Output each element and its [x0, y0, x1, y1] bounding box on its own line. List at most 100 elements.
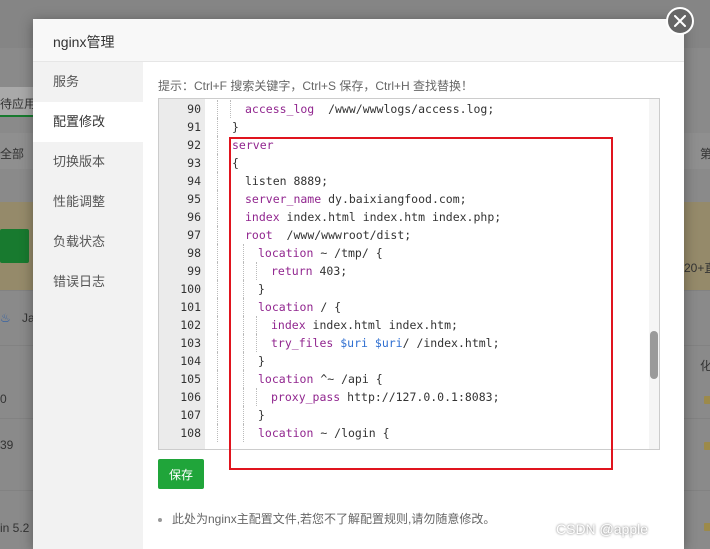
code-line: 108 location ~ /login { [159, 424, 649, 442]
line-number: 105 [180, 372, 201, 386]
menu-item-config[interactable]: 配置修改 [33, 102, 143, 142]
code-line: 100} [159, 280, 649, 298]
menu-item-performance[interactable]: 性能调整 [33, 182, 143, 222]
code-keyword: try_files [271, 336, 334, 350]
config-note: 此处为nginx主配置文件,若您不了解配置规则,请勿随意修改。 [158, 510, 495, 527]
indent-guide [256, 262, 257, 280]
line-number: 104 [180, 354, 201, 368]
shortcut-hint: 提示：Ctrl+F 搜索关键字，Ctrl+S 保存，Ctrl+H 查找替换！ [158, 79, 474, 93]
indent-guide [256, 334, 257, 352]
line-number: 91 [187, 120, 201, 134]
code-text: } [232, 118, 239, 136]
config-panel: 提示：Ctrl+F 搜索关键字，Ctrl+S 保存，Ctrl+H 查找替换！ 9… [143, 62, 684, 549]
line-number: 107 [180, 408, 201, 422]
code-token: } [258, 354, 265, 368]
indent-guide [256, 316, 257, 334]
code-token: / /index.html; [402, 336, 500, 350]
code-variable: $uri [340, 336, 368, 350]
indent-guide [217, 100, 218, 118]
code-variable: $uri [374, 336, 403, 350]
indent-guide [243, 406, 244, 424]
code-text: access_log /www/wwwlogs/access.log; [245, 100, 494, 118]
code-text: } [258, 280, 265, 298]
indent-guide [217, 172, 218, 190]
code-editor[interactable]: 90 access_log /www/wwwlogs/access.log; 91}… [158, 98, 660, 450]
indent-guide [217, 190, 218, 208]
code-keyword: proxy_pass [271, 390, 341, 404]
indent-guide [217, 388, 218, 406]
line-number: 103 [180, 336, 201, 350]
code-line: 94 listen 8889; [159, 172, 649, 190]
code-keyword: server [232, 138, 274, 152]
indent-guide [230, 316, 231, 334]
menu-item-load-status[interactable]: 负载状态 [33, 222, 143, 262]
nginx-manage-dialog: nginx管理 服务 配置修改 切换版本 性能调整 负载状态 错误日志 提示：C… [33, 19, 684, 549]
code-token: ~ /login { [313, 426, 390, 440]
editor-scrollbar[interactable] [649, 99, 659, 449]
dialog-title: nginx管理 [53, 34, 115, 50]
indent-guide [256, 388, 257, 406]
menu-item-label: 负载状态 [53, 234, 106, 249]
indent-guide [217, 424, 218, 442]
indent-guide [217, 226, 218, 244]
editor-scrollbar-thumb[interactable] [650, 331, 658, 379]
code-text: root /www/wwwroot/dist; [245, 226, 411, 244]
code-line: 98 location ~ /tmp/ { [159, 244, 649, 262]
indent-guide [217, 154, 218, 172]
indent-guide [230, 298, 231, 316]
code-keyword: location [258, 372, 314, 386]
indent-guide [230, 406, 231, 424]
code-keyword: root [245, 228, 273, 242]
menu-item-label: 切换版本 [53, 154, 106, 169]
bg-col-right: 第 [700, 147, 710, 161]
code-token: /www/wwwroot/dist; [272, 228, 412, 242]
code-text: { [232, 154, 239, 172]
indent-guide [230, 334, 231, 352]
indent-guide [230, 244, 231, 262]
code-token: } [232, 120, 239, 134]
watermark: CSDN @apple [556, 521, 649, 537]
indent-guide [243, 388, 244, 406]
code-token: 403; [312, 264, 348, 278]
code-text: } [258, 352, 265, 370]
indent-guide [230, 100, 231, 118]
menu-item-error-log[interactable]: 错误日志 [33, 262, 143, 302]
indent-guide [217, 244, 218, 262]
code-token: dy.baixiangfood.com; [321, 192, 467, 206]
indent-guide [217, 334, 218, 352]
code-line: 105 location ^~ /api { [159, 370, 649, 388]
indent-guide [243, 334, 244, 352]
indent-guide [243, 298, 244, 316]
code-text: index index.html index.htm index.php; [245, 208, 501, 226]
indent-guide [243, 352, 244, 370]
indent-guide [243, 370, 244, 388]
line-number: 90 [187, 102, 201, 116]
code-line: 95 server_name dy.baixiangfood.com; [159, 190, 649, 208]
line-number: 99 [187, 264, 201, 278]
code-line: 93 { [159, 154, 649, 172]
bg-row-text: 0 [0, 392, 7, 406]
close-button[interactable] [666, 7, 694, 35]
indent-guide [230, 172, 231, 190]
code-token: { [232, 156, 239, 170]
menu-item-service[interactable]: 服务 [33, 62, 143, 102]
line-number: 95 [187, 192, 201, 206]
code-keyword: location [258, 426, 314, 440]
code-line: 101 location / { [159, 298, 649, 316]
save-button[interactable]: 保存 [158, 459, 204, 489]
code-token: } [258, 282, 265, 296]
bg-highlight-row-right [683, 202, 710, 290]
indent-guide [217, 136, 218, 154]
code-keyword: return [271, 264, 313, 278]
code-token: ~ /tmp/ { [313, 246, 383, 260]
dialog-header: nginx管理 [33, 19, 684, 62]
indent-guide [217, 208, 218, 226]
indent-guide [230, 388, 231, 406]
line-number: 92 [187, 138, 201, 152]
code-line: 96 index index.html index.htm index.php; [159, 208, 649, 226]
menu-item-switch-version[interactable]: 切换版本 [33, 142, 143, 182]
code-line: 91} [159, 118, 649, 136]
code-text: server_name dy.baixiangfood.com; [245, 190, 467, 208]
dialog-side-menu: 服务 配置修改 切换版本 性能调整 负载状态 错误日志 [33, 62, 143, 549]
